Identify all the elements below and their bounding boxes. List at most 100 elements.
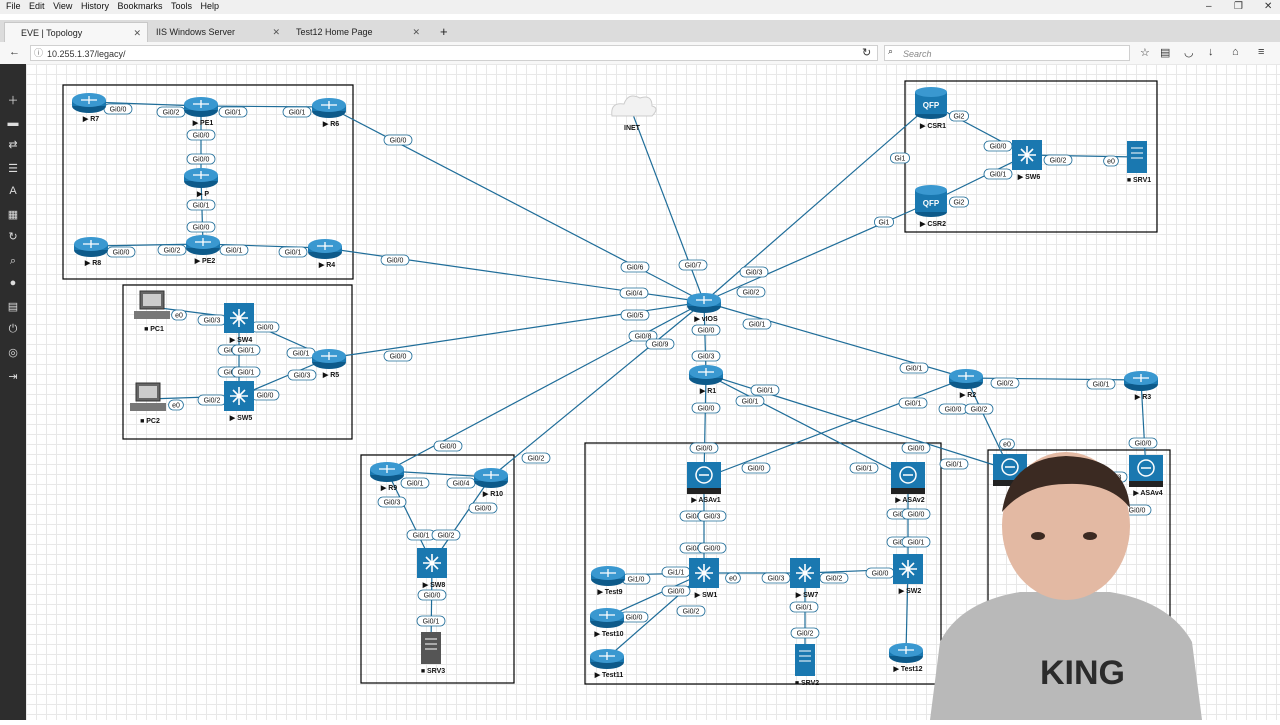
node-vios[interactable]: ▶ vIOS: [687, 293, 721, 323]
search-input[interactable]: Search: [884, 45, 1130, 61]
refresh-icon[interactable]: ↻: [6, 230, 20, 244]
node-test9[interactable]: ▶ Test9: [591, 566, 625, 596]
close-window-icon[interactable]: ✕: [1264, 0, 1272, 13]
node-r7[interactable]: ▶ R7: [72, 93, 106, 123]
link-PE1-R6[interactable]: [200, 105, 330, 108]
status-icon[interactable]: ◎: [6, 346, 20, 360]
node-pc1[interactable]: ■ PC1: [134, 290, 170, 333]
node-pe2[interactable]: ▶ PE2: [186, 235, 220, 265]
port-label: Gi0/0: [103, 103, 133, 115]
close-tab-icon[interactable]: ✕: [272, 22, 280, 42]
node-p[interactable]: ▶ P: [184, 168, 218, 198]
link-SW6-SRV1[interactable]: [1026, 154, 1138, 158]
power-icon[interactable]: ⏻: [6, 322, 20, 336]
node-sw7[interactable]: ▶ SW7: [790, 558, 820, 599]
node-r6[interactable]: ▶ R6: [312, 98, 346, 128]
node-test12[interactable]: ▶ Test12: [889, 643, 923, 673]
link-R5-vIOS[interactable]: [328, 301, 705, 359]
port-label: Gi0/1: [750, 384, 780, 396]
node-sw2[interactable]: ▶ SW2: [893, 554, 923, 595]
list-icon[interactable]: ☰: [6, 162, 20, 176]
port-label: Gi0/1: [219, 244, 249, 256]
back-icon[interactable]: ←: [9, 46, 20, 58]
link-INET-vIOS[interactable]: [631, 111, 705, 303]
menu-view[interactable]: View: [53, 0, 72, 13]
svg-text:Gi0/0: Gi0/0: [440, 444, 457, 451]
node-srv1[interactable]: ■ SRV1: [1127, 141, 1151, 184]
node-r3[interactable]: ▶ R3: [1124, 371, 1158, 401]
node-pe1[interactable]: ▶ PE1: [184, 97, 218, 127]
node-srv2[interactable]: ■ SRV2: [795, 644, 819, 687]
link-vIOS-R10[interactable]: [490, 301, 705, 478]
download-icon[interactable]: ↓: [1208, 46, 1214, 58]
info-icon[interactable]: ●: [6, 276, 20, 290]
log-icon[interactable]: ▤: [6, 300, 20, 314]
minimize-icon[interactable]: –: [1206, 0, 1212, 13]
tab-test12[interactable]: Test12 Home Page ✕: [290, 22, 426, 42]
restore-icon[interactable]: ❐: [1234, 0, 1243, 13]
node-test10[interactable]: ▶ Test10: [590, 608, 624, 638]
node-inet[interactable]: INET: [611, 95, 657, 132]
link-CSR1-vIOS[interactable]: [703, 103, 932, 303]
node-r4[interactable]: ▶ R4: [308, 239, 342, 269]
node-asav1[interactable]: ▶ ASAv1: [687, 462, 721, 504]
svg-text:Gi0/2: Gi0/2: [683, 609, 700, 616]
node-r9[interactable]: ▶ R9: [370, 462, 404, 492]
node-sw5[interactable]: ▶ SW5: [224, 381, 254, 422]
link-CSR2-vIOS[interactable]: [703, 201, 932, 303]
menu-history[interactable]: History: [81, 0, 109, 13]
node-test11[interactable]: ▶ Test11: [590, 649, 624, 679]
close-tab-icon[interactable]: ✕: [133, 23, 141, 43]
svg-text:Gi0/1: Gi0/1: [749, 322, 766, 329]
zoom-icon[interactable]: ⌕: [6, 254, 20, 268]
menu-bookmarks[interactable]: Bookmarks: [117, 0, 162, 13]
add-icon[interactable]: ＋: [6, 94, 20, 108]
menu-tools[interactable]: Tools: [171, 0, 192, 13]
grid-icon[interactable]: ▦: [6, 208, 20, 222]
tab-iis[interactable]: IIS Windows Server ✕: [150, 22, 286, 42]
port-label: Gi0/2: [990, 377, 1020, 389]
node-r2[interactable]: ▶ R2: [949, 369, 983, 399]
reload-icon[interactable]: ↻: [862, 46, 871, 59]
logout-icon[interactable]: ⇥: [6, 370, 20, 384]
menu-icon[interactable]: ≡: [1258, 46, 1264, 58]
library-icon[interactable]: ▤: [1160, 46, 1170, 59]
menu-help[interactable]: Help: [201, 0, 220, 13]
port-label: Gi0/1: [231, 366, 261, 378]
tab-eve-topology[interactable]: EVE | Topology ✕: [4, 22, 148, 42]
port-label: e0: [725, 572, 741, 584]
node-r5[interactable]: ▶ R5: [312, 349, 346, 379]
node-sw8[interactable]: ▶ SW8: [417, 548, 447, 589]
pocket-icon[interactable]: ◡: [1184, 46, 1194, 59]
port-label: Gi0/2: [790, 627, 820, 639]
node-asav2[interactable]: ▶ ASAv2: [891, 462, 925, 504]
bookmark-star-icon[interactable]: ☆: [1140, 46, 1150, 59]
port-label: Gi0/0: [741, 462, 771, 474]
info-icon[interactable]: ⓘ: [34, 46, 43, 59]
menu-file[interactable]: File: [6, 0, 21, 13]
node-srv3[interactable]: ■ SRV3: [421, 632, 445, 675]
svg-text:e0: e0: [729, 576, 737, 583]
text-icon[interactable]: A: [6, 184, 20, 198]
node-label: INET: [624, 125, 641, 132]
node-label: ■ PC2: [140, 418, 160, 425]
node-sw6[interactable]: ▶ SW6: [1012, 140, 1042, 181]
node-r8[interactable]: ▶ R8: [74, 237, 108, 267]
home-icon[interactable]: ⌂: [1232, 46, 1239, 58]
new-tab-icon[interactable]: +: [434, 22, 454, 42]
close-tab-icon[interactable]: ✕: [412, 22, 420, 42]
node-sw4[interactable]: ▶ SW4: [224, 303, 254, 344]
node-sw1[interactable]: ▶ SW1: [689, 558, 719, 599]
node-icon[interactable]: ▬: [6, 116, 20, 130]
svg-text:Gi0/1: Gi0/1: [413, 533, 430, 540]
node-pc2[interactable]: ■ PC2: [130, 382, 166, 425]
url-bar[interactable]: 10.255.1.37/legacy/: [30, 45, 878, 61]
link-R1-ASAv2[interactable]: [705, 373, 909, 479]
node-csr2[interactable]: QFP ▶ CSR2: [915, 185, 947, 228]
svg-text:Gi0/9: Gi0/9: [652, 342, 669, 349]
menu-edit[interactable]: Edit: [29, 0, 45, 13]
network-icon[interactable]: ⇄: [6, 138, 20, 152]
node-label: ▶ SW7: [795, 592, 819, 599]
node-r1[interactable]: ▶ R1: [689, 365, 723, 395]
node-csr1[interactable]: QFP ▶ CSR1: [915, 87, 947, 130]
